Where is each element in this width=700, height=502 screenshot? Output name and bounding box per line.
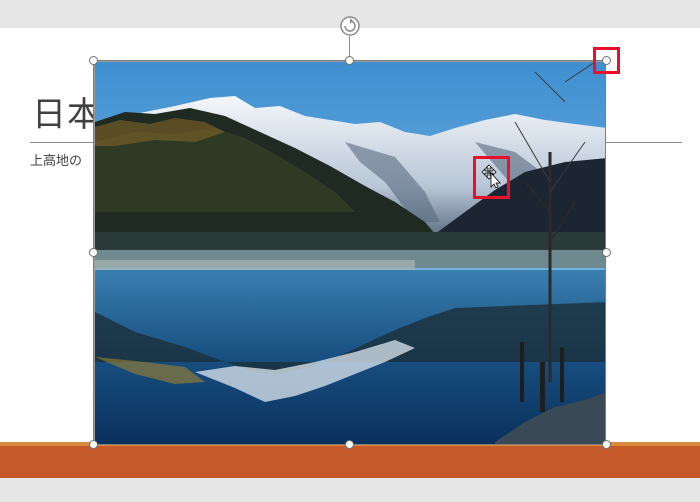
resize-handle-bottom-left[interactable] bbox=[89, 440, 98, 449]
resize-handle-bottom-center[interactable] bbox=[345, 440, 354, 449]
resize-handle-bottom-right[interactable] bbox=[602, 440, 611, 449]
highlight-top-right-handle bbox=[593, 47, 620, 74]
move-cursor-icon bbox=[480, 163, 506, 189]
slide-title[interactable]: 日本 bbox=[32, 95, 102, 135]
resize-handle-middle-left[interactable] bbox=[89, 248, 98, 257]
slide-subtitle[interactable]: 上高地の bbox=[30, 150, 82, 169]
rotate-icon[interactable] bbox=[339, 15, 361, 37]
rotation-stem bbox=[349, 36, 350, 57]
mountain-lake-picture[interactable] bbox=[94, 61, 606, 445]
resize-handle-top-center[interactable] bbox=[345, 56, 354, 65]
resize-handle-middle-right[interactable] bbox=[602, 248, 611, 257]
resize-handle-top-left[interactable] bbox=[89, 56, 98, 65]
